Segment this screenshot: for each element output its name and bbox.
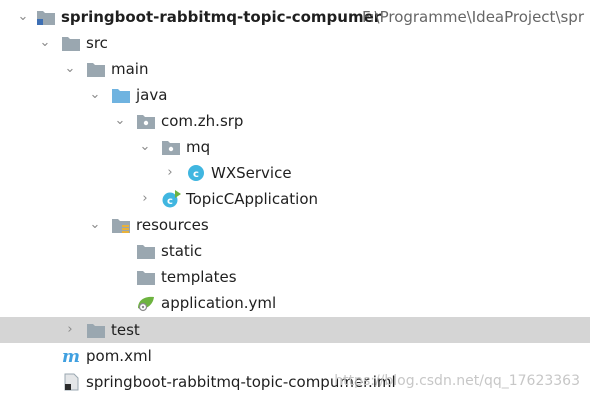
svg-text:c: c bbox=[167, 196, 173, 207]
chevron-down-icon[interactable]: ⌄ bbox=[111, 111, 129, 131]
module-folder-icon bbox=[36, 8, 56, 26]
tree-row-templates[interactable]: templates bbox=[0, 264, 590, 290]
tree-row-project[interactable]: ⌄ springboot-rabbitmq-topic-compumer F:\… bbox=[0, 4, 590, 30]
tree-row-main[interactable]: ⌄ main bbox=[0, 56, 590, 82]
project-path: F:\Programme\IdeaProject\spr bbox=[362, 8, 584, 26]
svg-text:m: m bbox=[62, 347, 80, 365]
folder-icon bbox=[86, 321, 106, 339]
spring-config-icon bbox=[136, 294, 156, 312]
static-label: static bbox=[161, 242, 203, 260]
package-icon bbox=[161, 138, 181, 156]
folder-icon bbox=[136, 242, 156, 260]
chevron-down-icon[interactable]: ⌄ bbox=[14, 7, 32, 27]
class-icon: c bbox=[186, 164, 206, 182]
tree-row-src[interactable]: ⌄ src bbox=[0, 30, 590, 56]
chevron-down-icon[interactable]: ⌄ bbox=[36, 33, 54, 53]
svg-text:c: c bbox=[193, 169, 199, 180]
resources-folder-icon bbox=[111, 216, 131, 234]
java-label: java bbox=[136, 86, 168, 104]
topic-app-label: TopicCApplication bbox=[186, 190, 319, 208]
mq-label: mq bbox=[186, 138, 211, 156]
tree-row-test[interactable]: › test bbox=[0, 317, 590, 343]
chevron-down-icon[interactable]: ⌄ bbox=[86, 215, 104, 235]
tree-row-mq[interactable]: ⌄ mq bbox=[0, 134, 590, 160]
project-tree[interactable]: ⌄ springboot-rabbitmq-topic-compumer F:\… bbox=[0, 0, 590, 405]
pom-label: pom.xml bbox=[86, 347, 152, 365]
chevron-down-icon[interactable]: ⌄ bbox=[136, 137, 154, 157]
tree-row-cutoff bbox=[0, 399, 590, 405]
chevron-down-icon[interactable]: ⌄ bbox=[86, 85, 104, 105]
templates-label: templates bbox=[161, 268, 237, 286]
test-label: test bbox=[111, 321, 140, 339]
folder-icon bbox=[136, 268, 156, 286]
source-folder-icon bbox=[111, 86, 131, 104]
tree-row-application-yml[interactable]: application.yml bbox=[0, 290, 590, 316]
resources-label: resources bbox=[136, 216, 209, 234]
project-name: springboot-rabbitmq-topic-compumer bbox=[61, 8, 382, 26]
iml-file-icon bbox=[61, 373, 81, 391]
chevron-down-icon[interactable]: ⌄ bbox=[61, 59, 79, 79]
wxservice-label: WXService bbox=[211, 164, 292, 182]
folder-icon bbox=[86, 60, 106, 78]
tree-row-static[interactable]: static bbox=[0, 238, 590, 264]
package-label: com.zh.srp bbox=[161, 112, 244, 130]
chevron-right-icon[interactable]: › bbox=[61, 320, 79, 340]
tree-row-wxservice[interactable]: › c WXService bbox=[0, 160, 590, 186]
main-label: main bbox=[111, 60, 149, 78]
package-icon bbox=[136, 112, 156, 130]
tree-row-topic-app[interactable]: › c TopicCApplication bbox=[0, 186, 590, 212]
watermark: https://blog.csdn.net/qq_17623363 bbox=[334, 373, 580, 389]
tree-row-package[interactable]: ⌄ com.zh.srp bbox=[0, 108, 590, 134]
application-yml-label: application.yml bbox=[161, 294, 277, 312]
tree-row-resources[interactable]: ⌄ resources bbox=[0, 212, 590, 238]
tree-row-java[interactable]: ⌄ java bbox=[0, 82, 590, 108]
chevron-right-icon[interactable]: › bbox=[136, 189, 154, 209]
chevron-right-icon[interactable]: › bbox=[161, 163, 179, 183]
src-label: src bbox=[86, 34, 108, 52]
folder-icon bbox=[61, 34, 81, 52]
spring-boot-class-icon: c bbox=[161, 190, 181, 208]
tree-row-pom[interactable]: m pom.xml bbox=[0, 343, 590, 369]
maven-icon: m bbox=[61, 347, 81, 367]
